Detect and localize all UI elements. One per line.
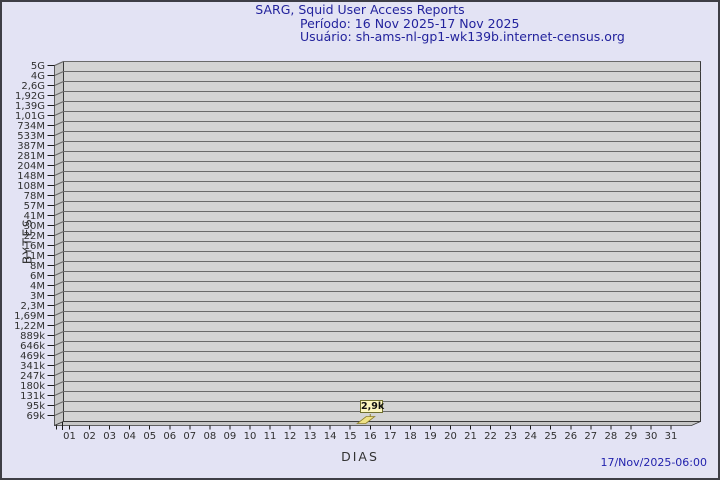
x-tick-label: 04: [123, 431, 136, 442]
bar-value-callout: 2,9k: [360, 400, 383, 413]
x-tick-label: 31: [665, 431, 678, 442]
x-tick-label: 25: [544, 431, 557, 442]
y-axis-title: BYTES: [20, 218, 35, 265]
x-tick-label: 01: [63, 431, 76, 442]
x-tick-label: 10: [244, 431, 257, 442]
x-tick-label: 17: [384, 431, 397, 442]
x-tick-label: 28: [604, 431, 617, 442]
x-tick-label: 02: [83, 431, 96, 442]
x-tick-label: 18: [404, 431, 417, 442]
x-tick-label: 30: [645, 431, 658, 442]
x-tick-label: 26: [564, 431, 577, 442]
x-tick-label: 20: [444, 431, 457, 442]
x-tick-label: 12: [284, 431, 297, 442]
x-tick-label: 27: [584, 431, 597, 442]
x-tick-label: 14: [324, 431, 337, 442]
generation-timestamp: 17/Nov/2025-06:00: [600, 456, 707, 469]
x-tick-label: 07: [183, 431, 196, 442]
x-tick-label: 24: [524, 431, 537, 442]
x-tick-label: 03: [103, 431, 116, 442]
x-tick-label: 23: [504, 431, 517, 442]
x-tick-label: 29: [625, 431, 638, 442]
x-tick-label: 16: [364, 431, 377, 442]
sarg-report-window: SARG, Squid User Access Reports Período:…: [0, 0, 720, 480]
x-tick-label: 11: [264, 431, 277, 442]
x-tick-label: 21: [464, 431, 477, 442]
x-tick-label: 13: [304, 431, 317, 442]
x-tick-label: 15: [344, 431, 357, 442]
x-tick-label: 19: [424, 431, 437, 442]
x-tick-label: 06: [163, 431, 176, 442]
x-tick-label: 08: [203, 431, 216, 442]
x-tick-label: 09: [224, 431, 237, 442]
x-tick-label: 05: [143, 431, 156, 442]
y-tick-label: 69k: [26, 411, 45, 422]
chart-floor: [55, 422, 701, 426]
x-tick-label: 22: [484, 431, 497, 442]
bar-value-label: 2,9k: [361, 401, 384, 412]
